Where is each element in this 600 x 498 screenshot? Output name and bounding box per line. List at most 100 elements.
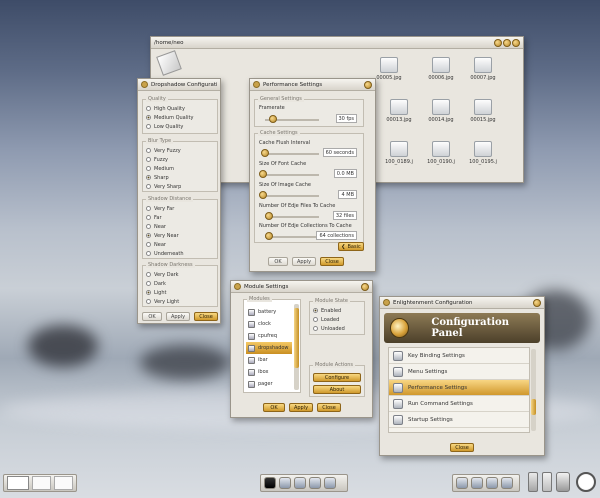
apply-button[interactable]: Apply — [166, 312, 190, 321]
file-item[interactable]: 00006.jpg — [421, 57, 461, 81]
desktop-pager[interactable] — [54, 476, 74, 490]
cpufreq-gadget[interactable] — [542, 472, 552, 492]
file-item[interactable]: 00013.jpg — [379, 99, 419, 123]
close-button[interactable]: Close — [450, 443, 474, 452]
radio[interactable] — [146, 184, 151, 189]
radio-selected[interactable] — [146, 115, 151, 120]
desktop-pager-active[interactable] — [7, 476, 30, 490]
radio[interactable] — [146, 224, 151, 229]
file-manager-icon[interactable] — [309, 477, 321, 489]
darkness-option[interactable]: Dark — [146, 279, 179, 288]
blur-option[interactable]: Very Sharp — [146, 182, 181, 191]
clock-icon[interactable] — [576, 472, 596, 492]
framerate-slider[interactable]: 30 fps — [259, 114, 359, 124]
launcher-shelf[interactable] — [260, 474, 348, 492]
edje-collections-slider[interactable]: 64 collections — [259, 231, 359, 241]
file-item[interactable]: 00014.jpg — [421, 99, 461, 123]
window-task-icon[interactable] — [501, 477, 513, 489]
darkness-option[interactable]: Very Light — [146, 297, 179, 306]
darkness-option[interactable]: Light — [146, 288, 179, 297]
close-button[interactable]: Close — [194, 312, 218, 321]
task-shelf[interactable] — [452, 474, 520, 492]
config-panel-window[interactable]: Enlightenment Configuration Configuratio… — [379, 296, 545, 456]
radio[interactable] — [313, 326, 318, 331]
performance-settings-window[interactable]: Performance Settings General Settings Fr… — [249, 78, 376, 272]
file-item[interactable]: 100_0190.j — [421, 141, 461, 165]
radio[interactable] — [146, 272, 151, 277]
config-item[interactable]: Startup Settings — [389, 412, 529, 428]
radio[interactable] — [146, 251, 151, 256]
distance-option[interactable]: Near — [146, 240, 184, 249]
module-list-item[interactable]: battery — [246, 306, 292, 318]
close-button[interactable]: Close — [317, 403, 341, 412]
close-button[interactable]: Close — [320, 257, 344, 266]
slider-knob[interactable] — [259, 191, 267, 199]
distance-option[interactable]: Far — [146, 213, 184, 222]
module-list-item[interactable]: clock — [246, 318, 292, 330]
file-item[interactable]: 100_0195.j — [463, 141, 503, 165]
state-option[interactable]: Loaded — [313, 315, 345, 324]
module-list-item[interactable]: ibar — [246, 354, 292, 366]
module-list-item[interactable]: ibox — [246, 366, 292, 378]
about-button[interactable]: About — [313, 385, 361, 394]
apply-button[interactable]: Apply — [292, 257, 316, 266]
radio[interactable] — [146, 242, 151, 247]
blur-option[interactable]: Very Fuzzy — [146, 146, 181, 155]
distance-option[interactable]: Very Near — [146, 231, 184, 240]
terminal-icon[interactable] — [264, 477, 276, 489]
radio[interactable] — [146, 166, 151, 171]
configure-button[interactable]: Configure — [313, 373, 361, 382]
file-item[interactable]: 100_0189.j — [379, 141, 419, 165]
radio[interactable] — [146, 148, 151, 153]
config-item[interactable]: Run Command Settings — [389, 396, 529, 412]
config-panel-titlebar[interactable]: Enlightenment Configuration — [380, 297, 544, 309]
file-item[interactable]: 00015.jpg — [463, 99, 503, 123]
file-item[interactable]: 00007.jpg — [463, 57, 503, 81]
config-list-scrollbar[interactable] — [531, 349, 536, 431]
blur-option[interactable]: Sharp — [146, 173, 181, 182]
ok-button[interactable]: OK — [263, 403, 285, 412]
file-manager-titlebar[interactable]: /home/neo — [151, 37, 523, 49]
battery-gadget[interactable] — [528, 472, 538, 492]
slider-knob[interactable] — [261, 149, 269, 157]
performance-titlebar[interactable]: Performance Settings — [250, 79, 375, 91]
distance-option[interactable]: Very Far — [146, 204, 184, 213]
radio[interactable] — [146, 157, 151, 162]
distance-option[interactable]: Near — [146, 222, 184, 231]
radio[interactable] — [313, 317, 318, 322]
config-item[interactable]: Key Binding Settings — [389, 348, 529, 364]
close-button[interactable] — [533, 298, 541, 307]
font-cache-slider[interactable]: 0.0 MB — [259, 169, 359, 179]
close-button[interactable] — [361, 282, 369, 291]
darkness-option[interactable]: Very Dark — [146, 270, 179, 279]
radio[interactable] — [146, 106, 151, 111]
close-button[interactable] — [364, 80, 372, 89]
image-viewer-icon[interactable] — [324, 477, 336, 489]
module-list-item[interactable]: cpufreq — [246, 330, 292, 342]
browser-icon[interactable] — [279, 477, 291, 489]
edje-files-slider[interactable]: 32 files — [259, 211, 359, 221]
close-button[interactable] — [512, 38, 520, 47]
slider-knob[interactable] — [265, 212, 273, 220]
ok-button[interactable]: OK — [142, 312, 162, 321]
window-task-icon[interactable] — [471, 477, 483, 489]
blur-option[interactable]: Medium — [146, 164, 181, 173]
module-list-item[interactable]: dropshadow — [246, 342, 292, 354]
iconify-button[interactable] — [494, 38, 502, 47]
module-settings-titlebar[interactable]: Module Settings — [231, 281, 372, 293]
pager-shelf[interactable] — [3, 474, 77, 492]
quality-option[interactable]: High Quality — [146, 104, 193, 113]
radio[interactable] — [146, 281, 151, 286]
radio[interactable] — [146, 215, 151, 220]
slider-knob[interactable] — [269, 115, 277, 123]
window-task-icon[interactable] — [486, 477, 498, 489]
apply-button[interactable]: Apply — [289, 403, 313, 412]
radio-selected[interactable] — [313, 308, 318, 313]
radio-selected[interactable] — [146, 233, 151, 238]
config-item[interactable]: Performance Settings — [389, 380, 529, 396]
slider-knob[interactable] — [259, 170, 267, 178]
scrollbar-thumb[interactable] — [531, 399, 536, 415]
modules-scrollbar[interactable] — [294, 304, 299, 390]
config-item[interactable]: Menu Settings — [389, 364, 529, 380]
mail-icon[interactable] — [294, 477, 306, 489]
